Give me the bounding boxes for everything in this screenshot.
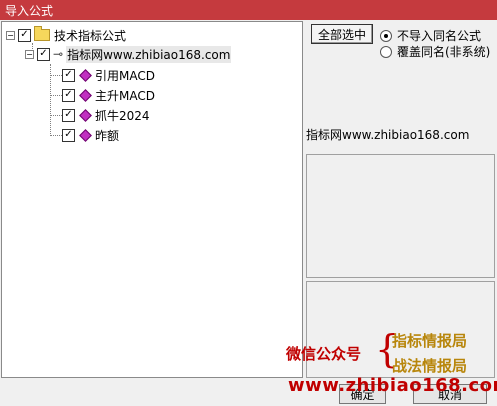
- formula-icon: [79, 128, 92, 142]
- window-title: 导入公式: [5, 3, 54, 18]
- tree-connector: [50, 115, 62, 116]
- formula-checkbox[interactable]: ✓: [62, 88, 75, 102]
- formula-label: 昨额: [95, 128, 120, 143]
- key-icon: ⊸: [53, 47, 64, 61]
- formula-icon: [79, 88, 92, 102]
- collapse-icon[interactable]: −: [25, 49, 34, 59]
- tree-connector: [50, 135, 62, 136]
- radio-selected-icon[interactable]: [380, 29, 392, 42]
- tree-group-node[interactable]: − ✓ ⊸ 指标网www.zhibiao168.com: [25, 45, 232, 63]
- radio-unselected-icon[interactable]: [380, 45, 392, 58]
- folder-icon: [34, 26, 50, 41]
- root-checkbox[interactable]: ✓: [18, 28, 31, 42]
- formula-checkbox[interactable]: ✓: [62, 108, 75, 122]
- watermark-wechat: 微信公众号: [286, 345, 362, 363]
- tree-connector: [50, 95, 62, 96]
- tree-formula-item[interactable]: ✓ 抓牛2024: [62, 106, 150, 124]
- group-label: 指标网www.zhibiao168.com: [66, 45, 232, 63]
- tree-connector: [50, 75, 62, 76]
- tree-formula-item[interactable]: ✓ 主升MACD: [62, 86, 155, 104]
- watermark-line2: 战法情报局: [392, 357, 468, 375]
- tree-formula-item[interactable]: ✓ 引用MACD: [62, 66, 155, 84]
- formula-checkbox[interactable]: ✓: [62, 128, 75, 142]
- watermark-url: www.zhibiao168.com: [288, 375, 497, 396]
- watermark-line1: 指标情报局: [392, 332, 468, 350]
- formula-label: 主升MACD: [95, 88, 155, 103]
- tree-root-node[interactable]: − ✓ 技术指标公式: [6, 26, 126, 44]
- description-box: [306, 154, 495, 278]
- formula-label: 抓牛2024: [95, 108, 150, 123]
- collapse-icon[interactable]: −: [6, 30, 15, 40]
- tree-formula-item[interactable]: ✓ 昨额: [62, 126, 119, 144]
- radio-label: 不导入同名公式: [397, 29, 482, 43]
- title-bar: 导入公式: [0, 0, 497, 20]
- formula-label: 引用MACD: [95, 68, 155, 83]
- root-label: 技术指标公式: [54, 28, 127, 43]
- group-checkbox[interactable]: ✓: [37, 47, 50, 61]
- source-info: 指标网www.zhibiao168.com: [306, 128, 470, 142]
- radio-overwrite-duplicates[interactable]: 覆盖同名(非系统): [380, 43, 490, 60]
- radio-label: 覆盖同名(非系统): [397, 45, 491, 59]
- formula-icon: [79, 68, 92, 82]
- formula-checkbox[interactable]: ✓: [62, 68, 75, 82]
- radio-skip-duplicates[interactable]: 不导入同名公式: [380, 27, 481, 44]
- formula-tree[interactable]: − ✓ 技术指标公式 − ✓ ⊸ 指标网www.zhibiao168.com ✓…: [1, 21, 303, 378]
- formula-icon: [79, 108, 92, 122]
- select-all-button[interactable]: 全部选中: [311, 24, 373, 44]
